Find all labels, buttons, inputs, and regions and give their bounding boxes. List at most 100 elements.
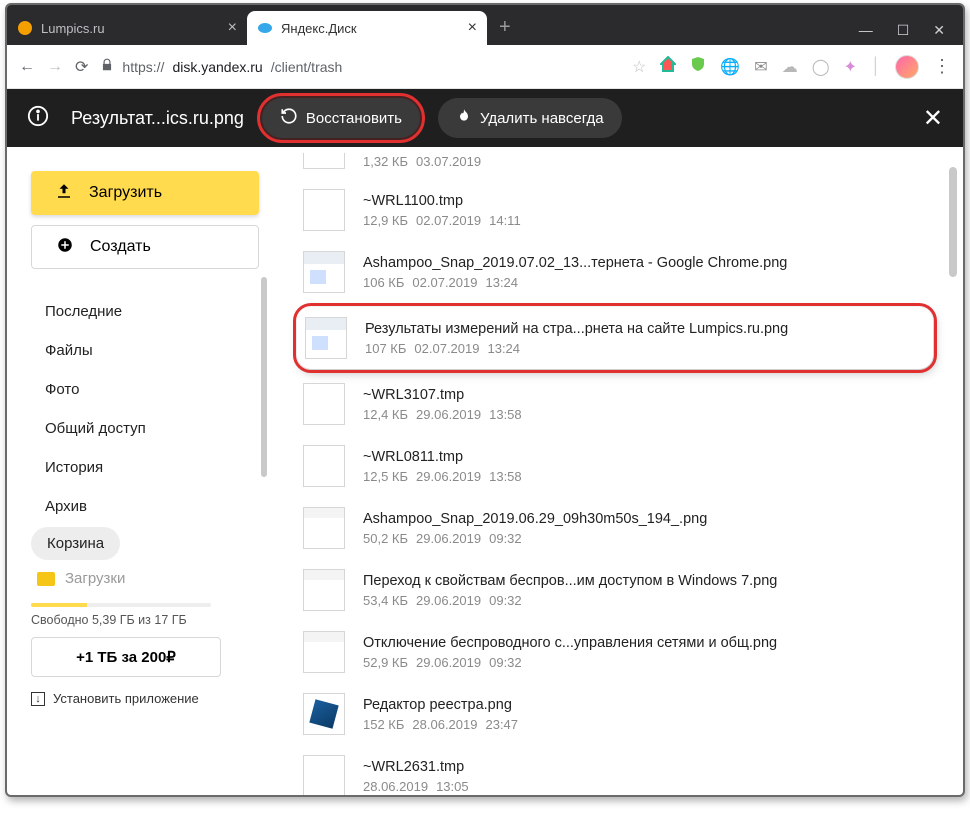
sidebar-item-trash[interactable]: Корзина bbox=[31, 527, 120, 560]
close-window-icon[interactable]: ✕ bbox=[933, 22, 945, 39]
file-thumbnail bbox=[303, 755, 345, 795]
sidebar-item-archive[interactable]: Архив bbox=[31, 488, 259, 525]
file-thumbnail bbox=[303, 631, 345, 673]
sidebar-item-photo[interactable]: Фото bbox=[31, 371, 259, 408]
file-name: ~WRL2631.tmp bbox=[363, 759, 469, 775]
quota-bar bbox=[31, 603, 211, 607]
globe-ext-icon[interactable]: 🌐 bbox=[720, 57, 740, 77]
flame-icon bbox=[456, 107, 472, 129]
file-name: ~WRL3107.tmp bbox=[363, 387, 522, 403]
tab-title: Яндекс.Диск bbox=[281, 21, 357, 36]
install-label: Установить приложение bbox=[53, 691, 199, 706]
cloud-ext-icon[interactable]: ☁ bbox=[782, 57, 798, 77]
close-actionbar-button[interactable]: ✕ bbox=[923, 104, 943, 133]
file-meta: 152 КБ28.06.201923:47 bbox=[363, 717, 518, 732]
file-thumbnail bbox=[303, 445, 345, 487]
sidebar-item-recent[interactable]: Последние bbox=[31, 293, 259, 330]
mail-ext-icon[interactable]: ✉ bbox=[754, 57, 767, 77]
file-row[interactable]: Отключение беспроводного с...управления … bbox=[295, 621, 935, 683]
selection-actionbar: Результат...ics.ru.png Восстановить Удал… bbox=[7, 89, 963, 147]
file-thumbnail bbox=[303, 189, 345, 231]
sidebar-item-history[interactable]: История bbox=[31, 449, 259, 486]
star-icon[interactable]: ☆ bbox=[632, 57, 646, 77]
new-tab-button[interactable]: + bbox=[487, 16, 523, 45]
file-name: Отключение беспроводного с...управления … bbox=[363, 635, 777, 651]
file-row[interactable]: Ashampoo_Snap_2019.07.02_13...тернета - … bbox=[295, 241, 935, 303]
browser-tabstrip: Lumpics.ru × Яндекс.Диск × + — ☐ ✕ bbox=[7, 5, 963, 45]
sidebar-item-files[interactable]: Файлы bbox=[31, 332, 259, 369]
file-row[interactable]: ~WRL1100.tmp12,9 КБ02.07.201914:11 bbox=[295, 179, 935, 241]
close-icon[interactable]: × bbox=[228, 19, 237, 37]
tab-lumpics[interactable]: Lumpics.ru × bbox=[7, 11, 247, 45]
house-ext-icon[interactable] bbox=[660, 56, 676, 77]
minimize-icon[interactable]: — bbox=[859, 22, 873, 39]
install-app-link[interactable]: ↓ Установить приложение bbox=[31, 691, 259, 706]
address-bar[interactable]: https:// disk.yandex.ru /client/trash bbox=[100, 58, 342, 75]
browser-toolbar: ← → ⟳ https:// disk.yandex.ru /client/tr… bbox=[7, 45, 963, 89]
file-thumbnail bbox=[303, 693, 345, 735]
spark-ext-icon[interactable]: ✦ bbox=[844, 57, 857, 77]
sidebar-item-shared[interactable]: Общий доступ bbox=[31, 410, 259, 447]
list-scrollbar[interactable] bbox=[949, 167, 957, 277]
file-thumbnail bbox=[303, 569, 345, 611]
url-protocol: https:// bbox=[122, 59, 164, 75]
file-row[interactable]: 1,32 КБ03.07.2019 bbox=[295, 153, 935, 179]
shield-ext-icon[interactable] bbox=[690, 56, 706, 77]
profile-avatar[interactable] bbox=[895, 55, 919, 79]
upload-button[interactable]: Загрузить bbox=[31, 171, 259, 215]
file-name: Ashampoo_Snap_2019.06.29_09h30m50s_194_.… bbox=[363, 511, 707, 527]
delete-forever-button[interactable]: Удалить навсегда bbox=[438, 98, 622, 138]
file-name: ~WRL1100.tmp bbox=[363, 193, 521, 209]
create-button[interactable]: Создать bbox=[31, 225, 259, 269]
maximize-icon[interactable]: ☐ bbox=[897, 22, 910, 39]
file-thumbnail bbox=[305, 317, 347, 359]
forward-button[interactable]: → bbox=[47, 58, 63, 76]
sidebar-folder-downloads[interactable]: Загрузки bbox=[31, 560, 259, 597]
file-row[interactable]: ~WRL2631.tmp 28.06.201913:05 bbox=[295, 745, 935, 795]
restore-button[interactable]: Восстановить bbox=[262, 98, 420, 138]
back-button[interactable]: ← bbox=[19, 58, 35, 76]
folder-label: Загрузки bbox=[65, 570, 125, 587]
favicon-yandex-disk bbox=[257, 20, 273, 36]
sidebar: Загрузить Создать Последние Файлы Фото О… bbox=[7, 147, 277, 795]
file-thumbnail bbox=[303, 251, 345, 293]
browser-menu-button[interactable]: ⋮ bbox=[933, 56, 951, 77]
info-icon[interactable] bbox=[27, 105, 49, 132]
tab-yandex-disk[interactable]: Яндекс.Диск × bbox=[247, 11, 487, 45]
file-name: Результаты измерений на стра...рнета на … bbox=[365, 321, 788, 337]
file-row[interactable]: Ashampoo_Snap_2019.06.29_09h30m50s_194_.… bbox=[295, 497, 935, 559]
tab-title: Lumpics.ru bbox=[41, 21, 105, 36]
url-path: /client/trash bbox=[271, 59, 343, 75]
lock-icon bbox=[100, 58, 114, 75]
file-row[interactable]: Результаты измерений на стра...рнета на … bbox=[297, 307, 933, 369]
file-name: Ashampoo_Snap_2019.07.02_13...тернета - … bbox=[363, 255, 787, 271]
shield2-ext-icon[interactable]: ◯ bbox=[812, 57, 830, 77]
sidebar-scrollbar[interactable] bbox=[261, 277, 267, 477]
file-meta: 107 КБ02.07.201913:24 bbox=[365, 341, 788, 356]
close-icon[interactable]: × bbox=[468, 19, 477, 37]
upgrade-button[interactable]: +1 ТБ за 200₽ bbox=[31, 637, 221, 677]
delete-forever-label: Удалить навсегда bbox=[480, 110, 604, 127]
file-meta: 12,4 КБ29.06.201913:58 bbox=[363, 407, 522, 422]
restore-label: Восстановить bbox=[306, 110, 402, 127]
file-row[interactable]: Переход к свойствам беспров...им доступо… bbox=[295, 559, 935, 621]
file-meta: 12,5 КБ29.06.201913:58 bbox=[363, 469, 522, 484]
quota-text: Свободно 5,39 ГБ из 17 ГБ bbox=[31, 613, 259, 627]
window-controls: — ☐ ✕ bbox=[841, 22, 963, 45]
file-name: Переход к свойствам беспров...им доступо… bbox=[363, 573, 777, 589]
file-row[interactable]: ~WRL0811.tmp12,5 КБ29.06.201913:58 bbox=[295, 435, 935, 497]
folder-icon bbox=[37, 572, 55, 586]
file-meta: 28.06.201913:05 bbox=[363, 779, 469, 794]
file-name: Редактор реестра.png bbox=[363, 697, 518, 713]
file-meta: 1,32 КБ03.07.2019 bbox=[363, 154, 481, 169]
url-host: disk.yandex.ru bbox=[172, 59, 262, 75]
selected-filename: Результат...ics.ru.png bbox=[71, 108, 244, 129]
sidebar-nav: Последние Файлы Фото Общий доступ Истори… bbox=[31, 293, 259, 560]
file-row[interactable]: Редактор реестра.png 152 КБ28.06.201923:4… bbox=[295, 683, 935, 745]
file-thumbnail bbox=[303, 507, 345, 549]
file-row[interactable]: ~WRL3107.tmp 12,4 КБ29.06.201913:58 bbox=[295, 373, 935, 435]
file-list: 1,32 КБ03.07.2019 ~WRL1100.tmp12,9 КБ02.0… bbox=[277, 147, 963, 795]
reload-button[interactable]: ⟳ bbox=[75, 57, 88, 77]
file-thumbnail bbox=[303, 383, 345, 425]
extensions-tray: ☆ 🌐 ✉ ☁ ◯ ✦ │ ⋮ bbox=[632, 55, 951, 79]
